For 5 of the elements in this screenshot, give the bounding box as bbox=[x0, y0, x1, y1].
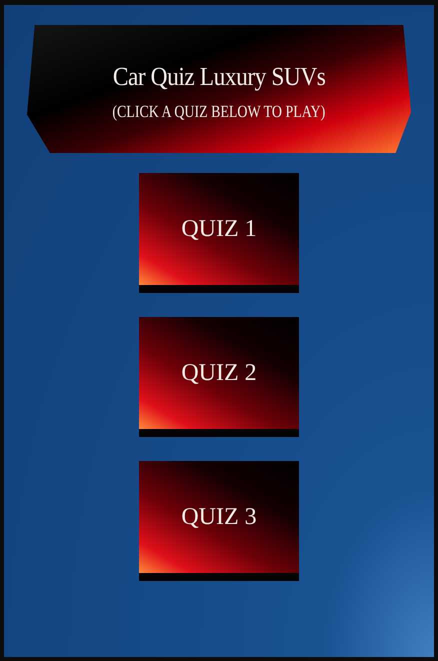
quiz-button[interactable]: QUIZ 1 bbox=[139, 173, 299, 293]
quiz-button[interactable]: QUIZ 2 bbox=[139, 317, 299, 437]
quiz-button[interactable]: QUIZ 3 bbox=[139, 461, 299, 581]
quiz-title: Car Quiz Luxury SUVs bbox=[112, 62, 326, 92]
instruction-text: (CLICK A QUIZ BELOW TO PLAY) bbox=[112, 102, 326, 122]
